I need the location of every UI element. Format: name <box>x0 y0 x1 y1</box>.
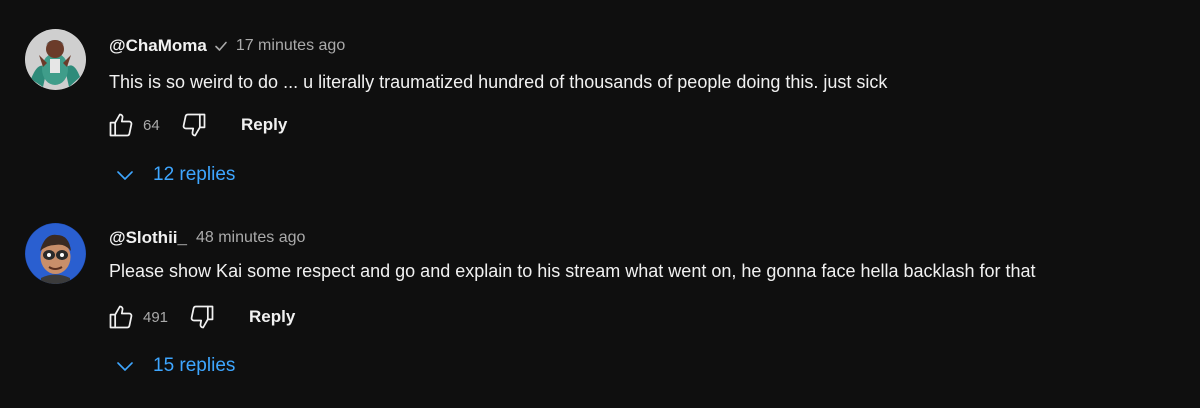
replies-count-label: 15 replies <box>153 355 236 376</box>
thumbs-up-icon[interactable] <box>104 300 138 334</box>
comment-timestamp[interactable]: 17 minutes ago <box>236 37 345 55</box>
chevron-down-icon <box>114 355 136 377</box>
comments-section: @ChaMoma 17 minutes ago This is so weird… <box>0 0 1200 408</box>
checkmark-icon <box>214 39 228 53</box>
comment-timestamp[interactable]: 48 minutes ago <box>196 229 305 247</box>
comment-actions: 491 Reply <box>104 300 295 334</box>
view-replies-button[interactable]: 12 replies <box>114 160 235 190</box>
thumbs-up-icon[interactable] <box>104 108 138 142</box>
comment-text: This is so weird to do ... u literally t… <box>109 72 888 92</box>
author-name[interactable]: @ChaMoma <box>109 36 207 56</box>
comment-thread: @Slothii_ 48 minutes ago Please show Kai… <box>0 200 1200 408</box>
comment-thread: @ChaMoma 17 minutes ago This is so weird… <box>0 0 1200 200</box>
avatar[interactable] <box>25 223 86 284</box>
replies-count-label: 12 replies <box>153 164 236 185</box>
avatar[interactable] <box>25 29 86 90</box>
comment-header: @Slothii_ 48 minutes ago <box>109 227 305 249</box>
thumbs-down-icon[interactable] <box>177 108 211 142</box>
comment-actions: 64 Reply <box>104 108 287 142</box>
comment-text: Please show Kai some respect and go and … <box>109 261 1036 281</box>
thumbs-down-icon[interactable] <box>185 300 219 334</box>
like-count: 491 <box>143 308 169 326</box>
chevron-down-icon <box>114 164 136 186</box>
reply-button[interactable]: Reply <box>241 115 287 135</box>
view-replies-button[interactable]: 15 replies <box>114 351 235 381</box>
avatar-image <box>25 223 86 284</box>
avatar-image <box>25 29 86 90</box>
author-name[interactable]: @Slothii_ <box>109 228 187 248</box>
reply-button[interactable]: Reply <box>249 307 295 327</box>
comment-header: @ChaMoma 17 minutes ago <box>109 35 345 57</box>
like-count: 64 <box>143 116 160 134</box>
